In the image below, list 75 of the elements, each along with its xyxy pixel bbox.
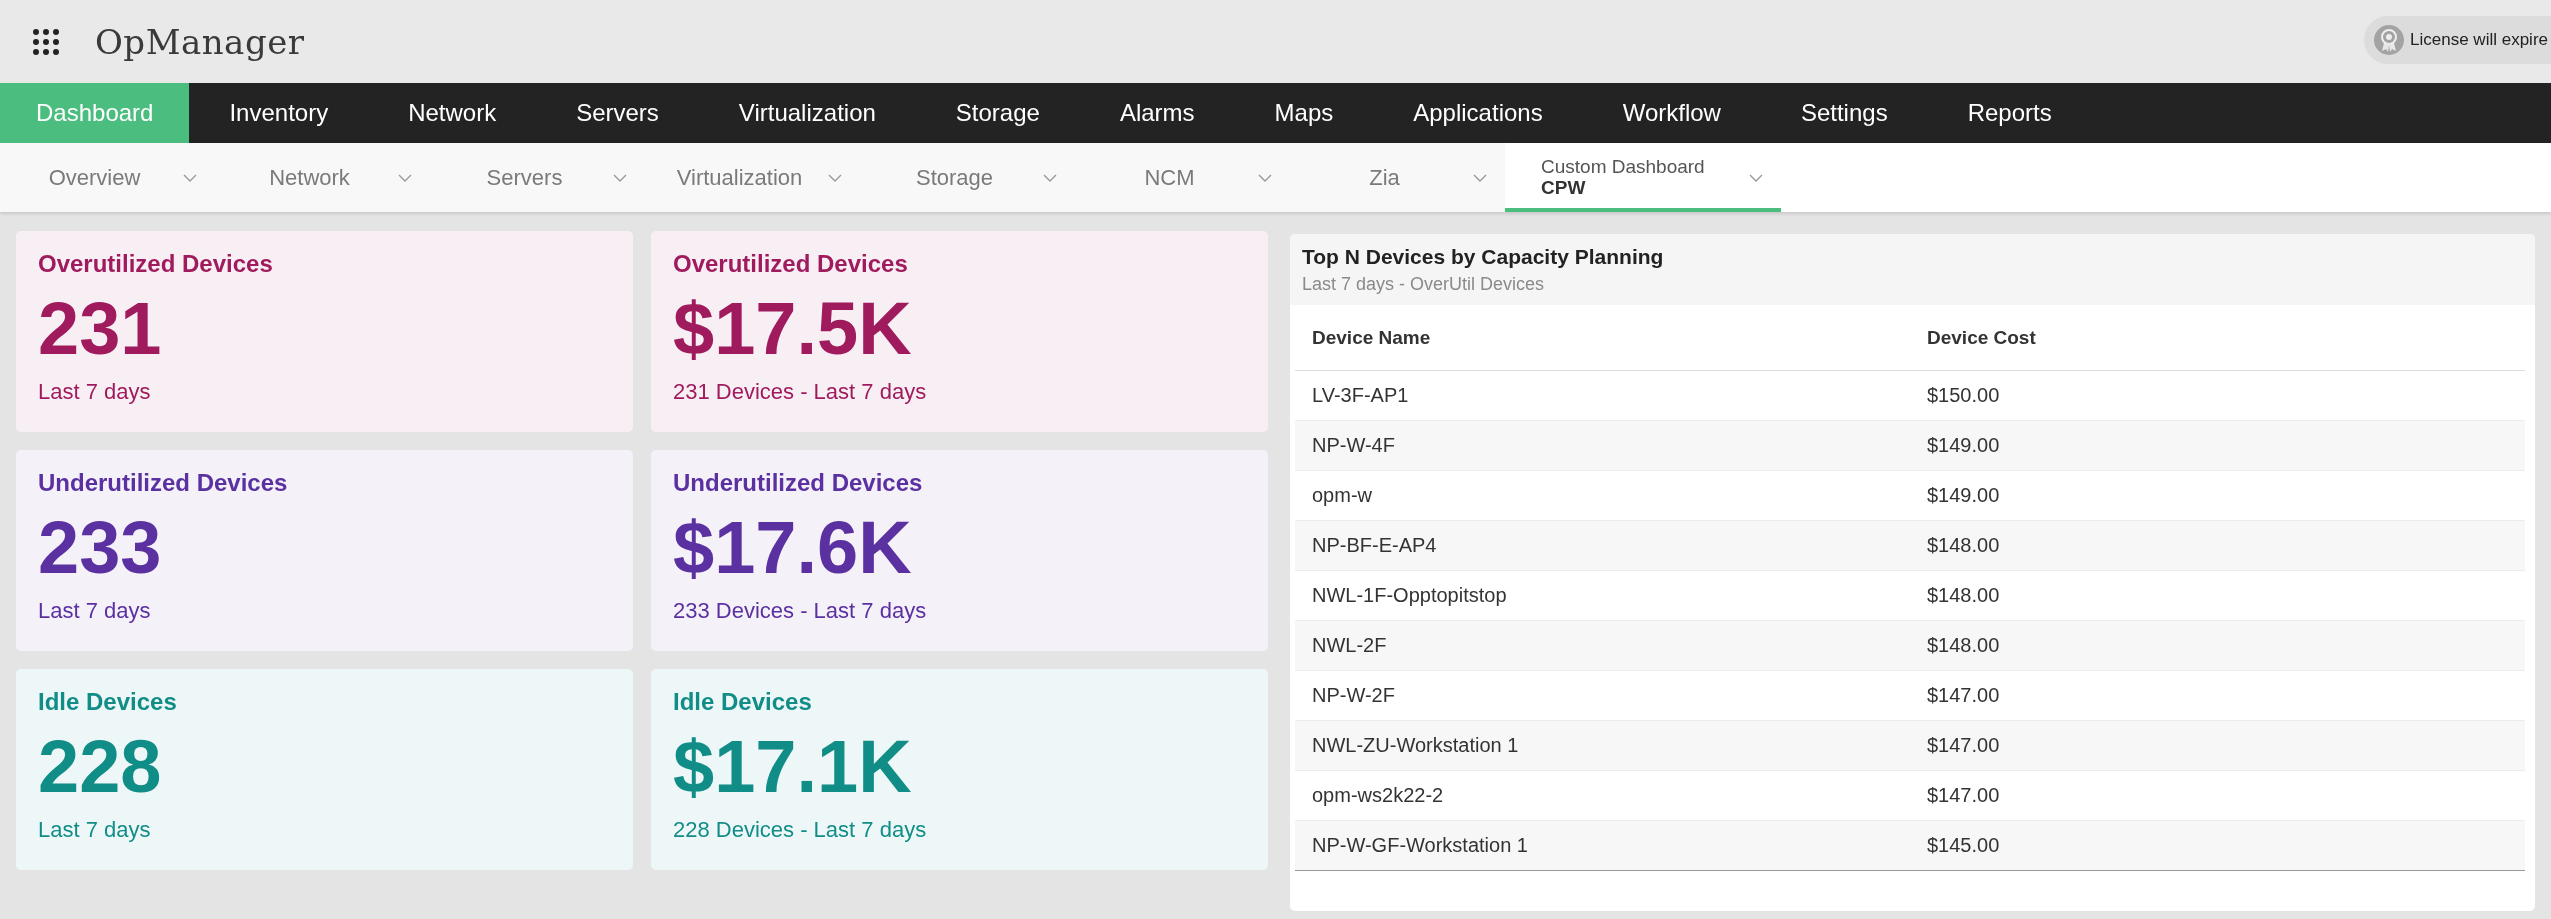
license-notice[interactable]: License will expire <box>2364 15 2551 64</box>
card-caption: 228 Devices - Last 7 days <box>673 817 928 843</box>
sub-nav-tab[interactable]: Storage <box>860 143 1075 212</box>
card-value: 228 <box>38 730 163 804</box>
tab-value: CPW <box>1541 177 1586 199</box>
table-cell-text: NP-W-2F <box>1311 684 1396 707</box>
card-value: 231 <box>38 292 163 366</box>
award-icon <box>2374 24 2405 55</box>
chevron-down-icon <box>828 173 842 182</box>
card-title: Overutilized Devices <box>38 249 274 278</box>
card-value: $17.1K <box>673 730 913 804</box>
card-value: $17.6K <box>673 511 913 585</box>
table-cell-text: NWL-ZU-Workstation 1 <box>1311 734 1520 757</box>
main-nav-tab[interactable]: Network <box>368 83 537 143</box>
chevron-down-icon <box>613 173 627 182</box>
card-title: Idle Devices <box>38 687 178 716</box>
table-cell-text: $148.00 <box>1926 634 2001 657</box>
table-cell-text: $147.00 <box>1926 684 2001 707</box>
main-nav-tab[interactable]: Settings <box>1760 83 1928 143</box>
card-caption: 233 Devices - Last 7 days <box>673 598 928 624</box>
main-nav-tab[interactable]: Inventory <box>189 83 369 143</box>
table-cell-text: $149.00 <box>1926 434 2001 457</box>
card-caption: Last 7 days <box>38 379 152 405</box>
card-title: Overutilized Devices <box>673 249 909 278</box>
card-title: Underutilized Devices <box>673 468 924 497</box>
main-nav-tab[interactable]: Servers <box>536 83 699 143</box>
chevron-down-icon <box>183 173 197 182</box>
main-nav-tab[interactable]: Maps <box>1234 83 1374 143</box>
chevron-down-icon <box>1473 173 1487 182</box>
sub-nav-tab[interactable]: Zia <box>1290 143 1505 212</box>
sub-nav-tab[interactable]: Virtualization <box>645 143 860 212</box>
main-nav-tab[interactable]: Virtualization <box>698 83 916 143</box>
table-cell-text: NWL-1F-Opptopitstop <box>1311 584 1508 607</box>
main-nav-tab[interactable]: Workflow <box>1582 83 1761 143</box>
table-cell-text: opm-ws2k22-2 <box>1311 784 1445 807</box>
main-nav-tab[interactable]: Applications <box>1373 83 1583 143</box>
main-nav-tab[interactable]: Reports <box>1927 83 2092 143</box>
table-cell-text: NP-W-GF-Workstation 1 <box>1311 834 1529 857</box>
table-cell-text: $147.00 <box>1926 734 2001 757</box>
tab-label: Custom Dashboard <box>1541 156 1705 178</box>
table-cell-text: $148.00 <box>1926 534 2001 557</box>
card-caption: 231 Devices - Last 7 days <box>673 379 928 405</box>
table-cell-text: LV-3F-AP1 <box>1311 384 1410 407</box>
chevron-down-icon <box>398 173 412 182</box>
card-title: Underutilized Devices <box>38 468 289 497</box>
chevron-down-icon <box>1258 173 1272 182</box>
chevron-down-icon <box>1749 173 1763 182</box>
table-cell-text: NP-BF-E-AP4 <box>1311 534 1438 557</box>
sub-nav-tab[interactable]: Overview <box>0 143 215 212</box>
main-nav-tab[interactable]: Storage <box>915 83 1080 143</box>
column-header[interactable]: Device Name <box>1295 326 1910 349</box>
sub-nav-tab[interactable]: NCM <box>1075 143 1290 212</box>
card-value: $17.5K <box>673 292 913 366</box>
table-cell-text: NWL-2F <box>1311 634 1388 657</box>
panel-subtitle: Last 7 days - OverUtil Devices <box>1302 273 1546 296</box>
card-caption: Last 7 days <box>38 817 152 843</box>
sub-nav-tab[interactable]: Network <box>215 143 430 212</box>
app-grid-icon[interactable] <box>33 28 59 55</box>
app-title: OpManager <box>95 21 305 62</box>
table-cell-text: NP-W-4F <box>1311 434 1396 457</box>
column-header[interactable]: Device Cost <box>1910 326 2525 349</box>
table-cell-text: $150.00 <box>1926 384 2001 407</box>
table-cell-text: $148.00 <box>1926 584 2001 607</box>
table-cell-text: $149.00 <box>1926 484 2001 507</box>
card-value: 233 <box>38 511 163 585</box>
table-cell-text: $145.00 <box>1926 834 2001 857</box>
card-title: Idle Devices <box>673 687 813 716</box>
card-caption: Last 7 days <box>38 598 152 624</box>
dashboard-selector-tab[interactable]: Custom Dashboard CPW <box>1505 143 1781 212</box>
chevron-down-icon <box>1043 173 1057 182</box>
sub-nav-tab[interactable]: Servers <box>430 143 645 212</box>
table-cell-text: $147.00 <box>1926 784 2001 807</box>
main-nav-tab[interactable]: Alarms <box>1079 83 1235 143</box>
table-cell-text: opm-w <box>1311 484 1373 507</box>
panel-title: Top N Devices by Capacity Planning <box>1302 244 1665 270</box>
